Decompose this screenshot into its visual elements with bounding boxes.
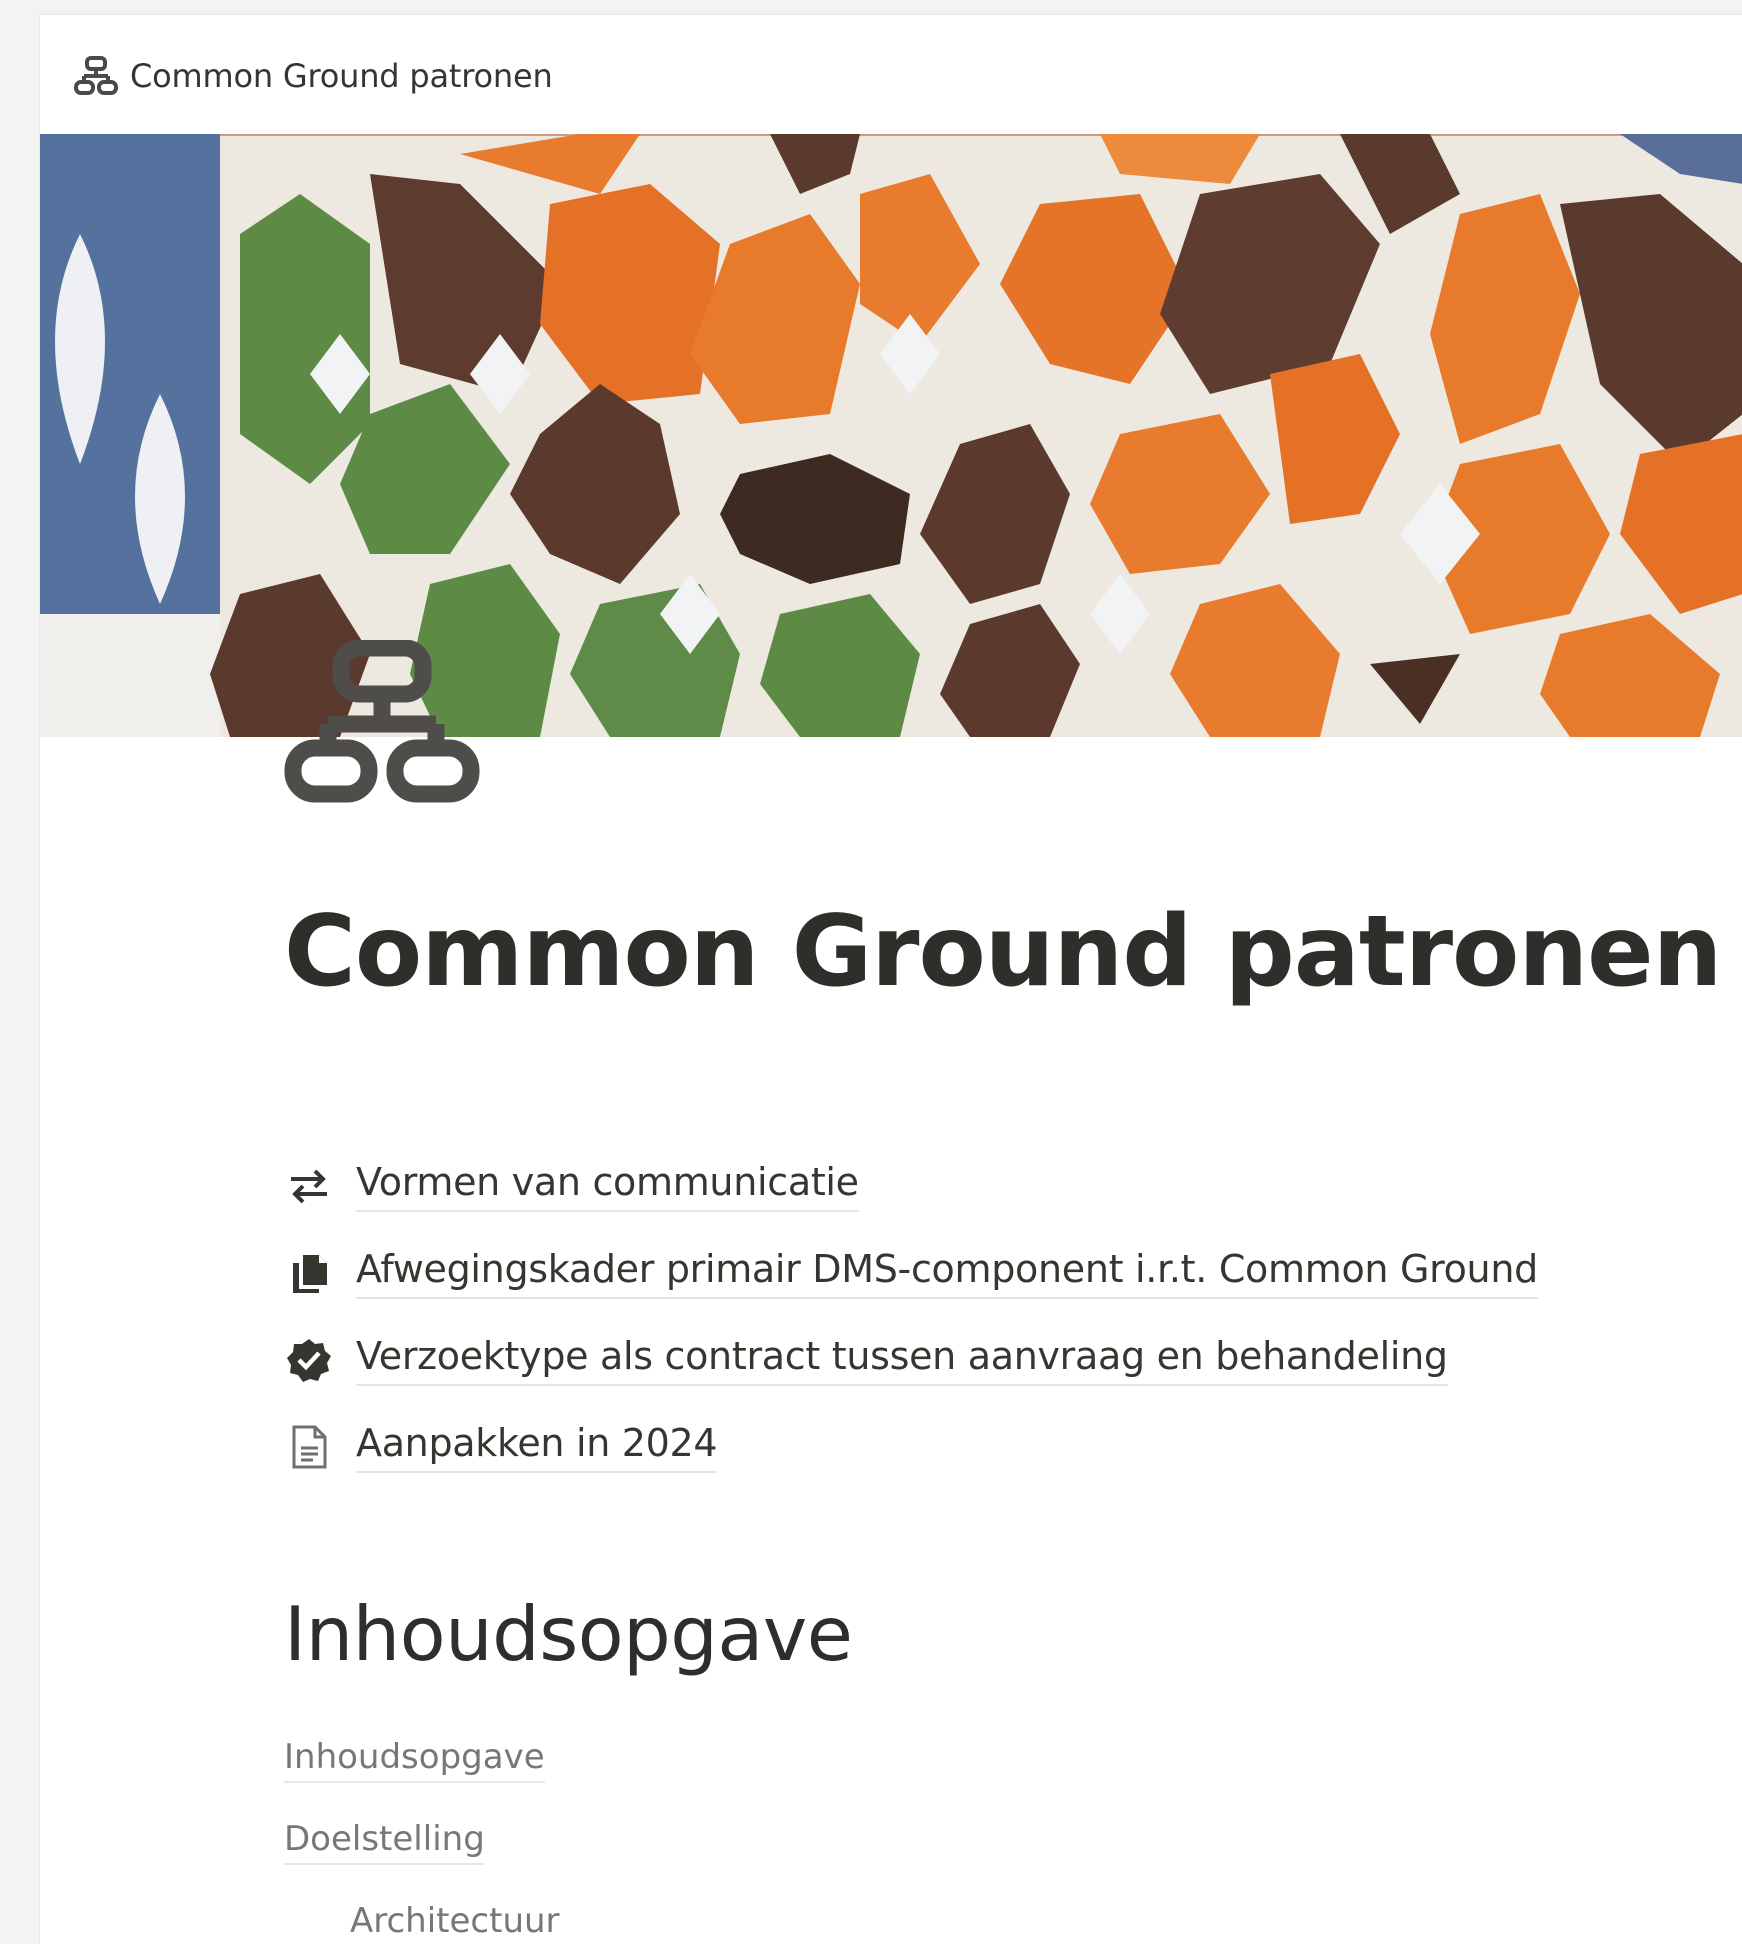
toc-item-label: Doelstelling <box>284 1819 485 1865</box>
verified-badge-icon <box>284 1335 334 1385</box>
sub-page-link[interactable]: Afwegingskader primair DMS-component i.r… <box>284 1229 1724 1316</box>
sub-page-link-label: Afwegingskader primair DMS-component i.r… <box>356 1247 1538 1299</box>
top-bar: Common Ground patronen <box>40 15 1742 133</box>
sub-page-link[interactable]: Aanpakken in 2024 <box>284 1403 1724 1490</box>
page-title: Common Ground patronen <box>284 895 1722 1009</box>
sub-page-links: Vormen van communicatie Afwegingskader p… <box>284 1142 1724 1490</box>
sub-page-link-label: Vormen van communicatie <box>356 1160 859 1212</box>
sitemap-icon <box>74 56 118 96</box>
table-of-contents: Inhoudsopgave Doelstelling Architectuur <box>284 1727 560 1944</box>
documents-stack-icon <box>284 1248 334 1298</box>
sub-page-link-label: Verzoektype als contract tussen aanvraag… <box>356 1334 1448 1386</box>
breadcrumb-label: Common Ground patronen <box>130 57 553 95</box>
sub-page-link[interactable]: Vormen van communicatie <box>284 1142 1724 1229</box>
notion-page-window: Common Ground patronen Common Ground pat… <box>39 14 1742 1944</box>
toc-item-label: Inhoudsopgave <box>284 1737 545 1783</box>
section-heading: Inhoudsopgave <box>284 1590 853 1678</box>
page-icon[interactable] <box>284 639 484 830</box>
sitemap-icon <box>284 639 480 818</box>
sub-page-link[interactable]: Verzoektype als contract tussen aanvraag… <box>284 1316 1724 1403</box>
toc-item[interactable]: Doelstelling <box>284 1809 560 1891</box>
toc-item[interactable]: Architectuur <box>284 1891 560 1944</box>
document-icon <box>284 1422 334 1472</box>
breadcrumb[interactable]: Common Ground patronen <box>66 52 561 100</box>
toc-item-label: Architectuur <box>350 1901 560 1944</box>
sub-page-link-label: Aanpakken in 2024 <box>356 1421 718 1473</box>
arrows-exchange-icon <box>284 1161 334 1211</box>
toc-item[interactable]: Inhoudsopgave <box>284 1727 560 1809</box>
